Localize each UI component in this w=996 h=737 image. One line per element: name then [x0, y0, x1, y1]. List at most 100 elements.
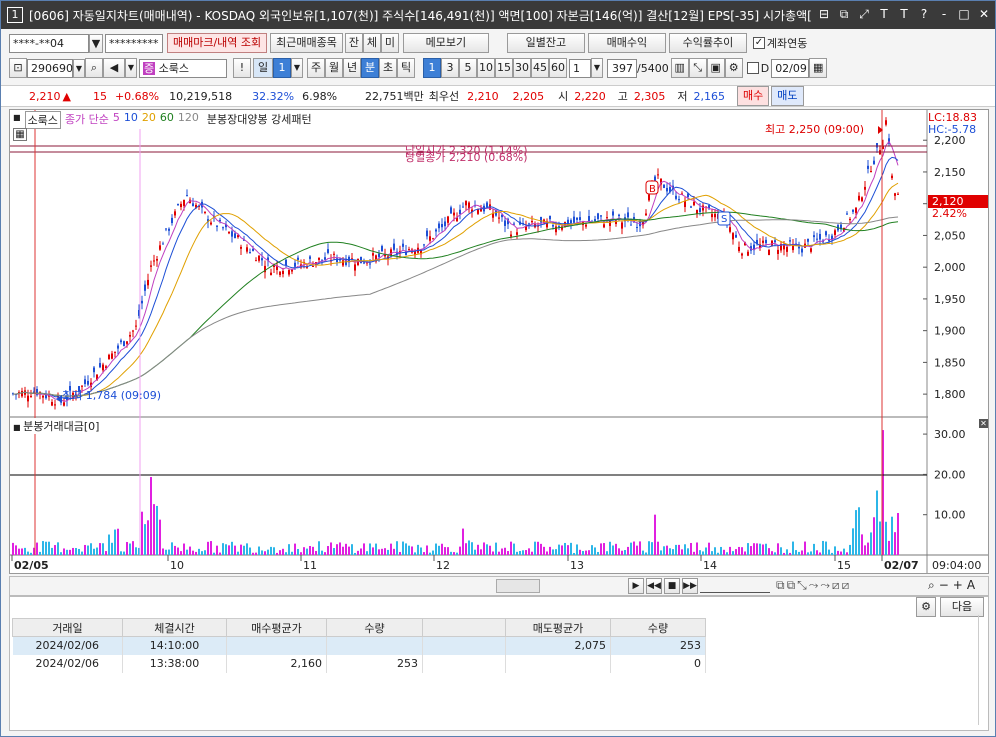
candle [180, 203, 182, 208]
date-input[interactable]: 02/09 [771, 58, 810, 78]
save-icon[interactable]: ▣ [706, 58, 725, 78]
memo-button[interactable]: 메모보기 [402, 33, 489, 53]
period-minute[interactable]: 분 [361, 58, 379, 78]
candle [285, 259, 287, 266]
volume-close-icon[interactable]: ✕ [979, 419, 988, 428]
interval-5[interactable]: 5 [459, 58, 477, 78]
candle [279, 271, 281, 276]
volume-bar [375, 543, 377, 555]
filled-button[interactable]: 체 [362, 33, 381, 53]
maximize-icon[interactable]: □ [957, 6, 971, 22]
account-input[interactable]: ****-**04 [9, 33, 89, 53]
balance-button[interactable]: 잔 [344, 33, 363, 53]
code-dropdown-icon[interactable]: ▼ [73, 58, 85, 78]
time-label: 09:04:00 [932, 559, 981, 572]
range-input[interactable]: 397 [607, 58, 637, 78]
password-input[interactable]: ********* [105, 33, 163, 53]
period-day[interactable]: 일 [253, 58, 273, 78]
stop-icon[interactable]: ■ [664, 578, 680, 594]
period-value[interactable]: 1 [273, 58, 291, 78]
expand-icon[interactable]: ⤢ [857, 6, 871, 22]
d-checkbox[interactable] [746, 62, 759, 74]
drawing-tools[interactable]: ⧉⧉⤡⤳⤳⧄⧄ [776, 578, 851, 593]
layout-icon[interactable]: ⊟ [817, 6, 831, 22]
alert-icon[interactable]: ! [233, 58, 251, 78]
recent-trades-button[interactable]: 최근매매종목 [270, 33, 343, 53]
interval-45[interactable]: 45 [531, 58, 549, 78]
interval-10[interactable]: 10 [477, 58, 495, 78]
settings-icon[interactable]: ⚙ [916, 597, 936, 617]
stock-list-icon[interactable]: ⊡ [9, 58, 27, 78]
up-arrow-icon: ▲ [62, 89, 71, 103]
candle [666, 187, 668, 192]
unfilled-button[interactable]: 미 [380, 33, 399, 53]
interval-60[interactable]: 60 [549, 58, 567, 78]
text-icon[interactable]: T [897, 6, 911, 22]
sell-button[interactable]: 매도 [771, 86, 804, 106]
price-chart[interactable]: 당일시가 2,320 (1.14%) 당일종가 2,210 (0.68%) 최고… [10, 110, 988, 573]
period-dropdown-icon[interactable]: ▼ [291, 58, 303, 78]
period-tick[interactable]: 틱 [397, 58, 415, 78]
scrollbar-thumb[interactable] [496, 579, 540, 593]
volume-bar [507, 551, 509, 555]
volume-bar [741, 547, 743, 555]
period-second[interactable]: 초 [379, 58, 397, 78]
grid-icon[interactable]: ▦ [13, 128, 27, 141]
bar-chart-icon[interactable]: ▥ [670, 58, 689, 78]
volume-bar [513, 543, 515, 555]
period-month[interactable]: 월 [325, 58, 343, 78]
gear-icon[interactable]: ⚙ [724, 58, 743, 78]
chart-navigation: ▶ ◀◀ ■ ▶▶ ⧉⧉⤡⤳⤳⧄⧄ ⌕−+A [9, 576, 989, 596]
font-icon[interactable]: T [877, 6, 891, 22]
help-icon[interactable]: ? [917, 6, 931, 22]
audio-dropdown-icon[interactable]: ▼ [125, 58, 137, 78]
minimize-icon[interactable]: ‐ [937, 6, 951, 22]
speaker-icon[interactable]: ◀ [103, 58, 125, 78]
period-week[interactable]: 주 [307, 58, 325, 78]
chart-area[interactable]: 당일시가 2,320 (1.14%) 당일종가 2,210 (0.68%) 최고… [9, 109, 989, 574]
play-icon[interactable]: ▶ [628, 578, 644, 594]
volume-bar [756, 543, 758, 555]
search-icon[interactable]: ⌕ [85, 58, 103, 78]
vertical-scrollbar[interactable] [978, 615, 986, 725]
close-icon[interactable]: ✕ [977, 6, 991, 22]
period-year[interactable]: 년 [343, 58, 361, 78]
interval-30[interactable]: 30 [513, 58, 531, 78]
interval-15[interactable]: 15 [495, 58, 513, 78]
calendar-icon[interactable]: ▦ [809, 58, 828, 78]
interval-3[interactable]: 3 [441, 58, 459, 78]
next-button[interactable]: 다음 [940, 597, 984, 617]
trade-profit-button[interactable]: 매매수익 [587, 33, 666, 53]
table-row[interactable]: 2024/02/06 14:10:00 2,075 253 [12, 636, 706, 655]
volume-bar [843, 548, 845, 555]
zoom-controls[interactable]: ⌕−+A [928, 578, 979, 593]
volume-bar [465, 543, 467, 555]
interval-input[interactable]: 1 [569, 58, 591, 78]
legend-stock-name[interactable]: 소룩스 [24, 111, 61, 129]
trade-mark-button[interactable]: 매매마크/내역 조회 [167, 33, 268, 53]
rewind-icon[interactable]: ◀◀ [646, 578, 662, 594]
zoom-slider[interactable] [700, 579, 770, 593]
volume-bar [309, 545, 311, 555]
tools-icon[interactable]: ⤡ [688, 58, 707, 78]
interval-dropdown-icon[interactable]: ▼ [591, 58, 603, 78]
volume-bar [93, 548, 95, 555]
account-dropdown-icon[interactable]: ▼ [89, 33, 103, 53]
volume-bar [591, 545, 593, 555]
buy-button[interactable]: 매수 [737, 86, 770, 106]
forward-icon[interactable]: ▶▶ [682, 578, 698, 594]
stock-name-input[interactable]: 증 소룩스 [139, 58, 227, 78]
low-label: 저 [677, 90, 688, 103]
account-link-checkbox[interactable]: ✓ 계좌연동 [752, 35, 807, 51]
table-row[interactable]: 2024/02/06 13:38:00 2,160 253 0 [12, 654, 706, 673]
volume-bar [174, 545, 176, 555]
yield-trend-button[interactable]: 수익률추이 [668, 33, 747, 53]
volume-bar [21, 548, 23, 555]
volume-bar [81, 551, 83, 555]
volume-bar [348, 546, 350, 555]
restore-icon[interactable]: ⧉ [837, 6, 851, 22]
stock-code-input[interactable]: 290690 [27, 58, 73, 78]
daily-balance-button[interactable]: 일별잔고 [506, 33, 585, 53]
interval-1[interactable]: 1 [423, 58, 441, 78]
volume-bar [528, 548, 530, 555]
